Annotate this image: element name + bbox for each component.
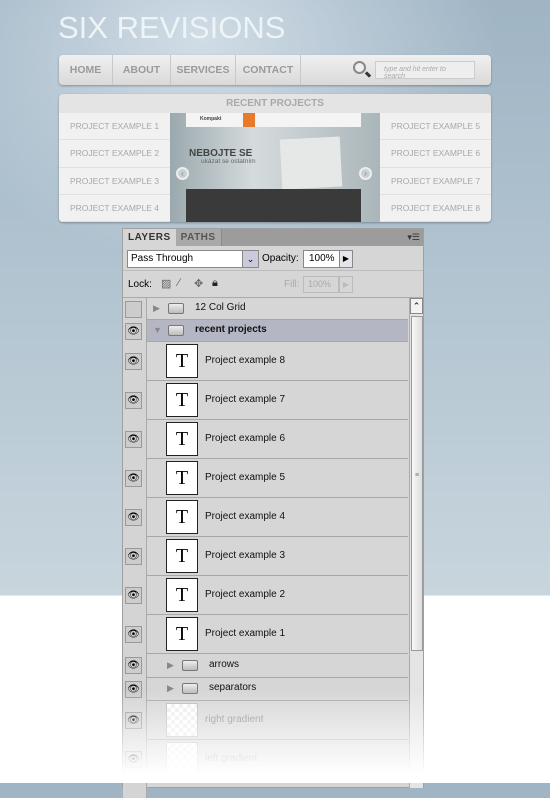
project-link[interactable]: PROJECT EXAMPLE 1 [59, 113, 170, 141]
layer-name: recent projects [195, 324, 267, 335]
layer-row[interactable]: ▶ 12 Col Grid [125, 298, 408, 320]
layer-name: arrows [209, 658, 240, 670]
scroll-up-icon[interactable]: ⌃ [410, 298, 423, 314]
eye-icon[interactable]: 👁︎ [125, 626, 142, 643]
layer-name: Project example 8 [205, 354, 286, 366]
screenshot-paper [279, 136, 343, 190]
folder-icon [168, 325, 184, 336]
blend-row: Pass Through ⌄ Opacity: 100% ▶ [123, 246, 423, 271]
screenshot-brand: Kompakt [200, 116, 222, 122]
opacity-label: Opacity: [262, 253, 299, 264]
nav-services[interactable]: SERVICES [171, 55, 236, 85]
collapse-triangle-icon[interactable]: ▼ [153, 325, 162, 335]
lock-label: Lock: [128, 279, 152, 290]
lock-all-icon[interactable]: 🔒︎ [212, 277, 218, 290]
blend-mode-value: Pass Through [131, 253, 194, 264]
layer-name: 12 Col Grid [195, 302, 246, 313]
eye-icon[interactable]: 👁︎ [125, 548, 142, 565]
layer-name: Project example 7 [205, 393, 286, 405]
screenshot-footer [186, 189, 361, 222]
text-layer-icon: T [166, 539, 198, 573]
layer-name: Project example 2 [205, 588, 286, 600]
scroll-thumb[interactable]: ≡ [411, 316, 423, 651]
tab-paths[interactable]: PATHS [175, 229, 222, 246]
fill-label: Fill: [284, 279, 300, 290]
eye-icon[interactable]: 👁︎ [125, 353, 142, 370]
eye-icon[interactable]: 👁︎ [125, 392, 142, 409]
fill-slider-button[interactable]: ▶ [339, 276, 353, 293]
panel-tabs: LAYERS PATHS ▾☰ [123, 229, 423, 246]
layer-name: Project example 3 [205, 549, 286, 561]
project-link[interactable]: PROJECT EXAMPLE 4 [59, 194, 170, 222]
site-logo: SIX REVISIONS [58, 10, 286, 45]
opacity-slider-button[interactable]: ▶ [339, 250, 353, 268]
layer-row[interactable]: 👁︎ T Project example 2 [125, 576, 408, 615]
project-link[interactable]: PROJECT EXAMPLE 7 [380, 167, 491, 195]
expand-triangle-icon[interactable]: ▶ [167, 660, 174, 671]
screenshot-header: Kompakt [186, 113, 361, 127]
nav-contact[interactable]: CONTACT [236, 55, 301, 85]
visibility-toggle[interactable] [125, 300, 142, 318]
opacity-input[interactable]: 100% [303, 250, 341, 268]
layer-name: Project example 5 [205, 471, 286, 483]
chevron-down-icon[interactable]: ⌄ [242, 251, 258, 267]
panel-menu-icon[interactable]: ▾☰ [407, 232, 420, 243]
projects-right: PROJECT EXAMPLE 5 PROJECT EXAMPLE 6 PROJ… [380, 113, 491, 222]
layer-name: Project example 4 [205, 510, 286, 522]
recent-projects: RECENT PROJECTS PROJECT EXAMPLE 1 PROJEC… [59, 94, 491, 222]
text-layer-icon: T [166, 383, 198, 417]
folder-icon [182, 659, 198, 671]
project-link[interactable]: PROJECT EXAMPLE 3 [59, 167, 170, 195]
text-layer-icon: T [166, 578, 198, 612]
layer-row[interactable]: 👁︎ T Project example 7 [125, 381, 408, 420]
recent-projects-title: RECENT PROJECTS [226, 98, 324, 109]
search-input[interactable]: type and hit enter to search [375, 61, 475, 80]
eye-icon[interactable]: 👁︎ [125, 657, 142, 675]
lock-brush-icon[interactable]: ∕ [178, 277, 180, 289]
text-layer-icon: T [166, 617, 198, 651]
nav-home[interactable]: HOME [59, 55, 113, 85]
eye-icon[interactable]: 👁︎ [125, 431, 142, 448]
bottom-fade [100, 690, 450, 783]
layer-row[interactable]: 👁︎ T Project example 4 [125, 498, 408, 537]
layer-row[interactable]: 👁︎ T Project example 6 [125, 420, 408, 459]
screenshot-subline: ukázat se ostatním [201, 158, 256, 165]
project-screenshot: Kompakt NEBOJTE SE ukázat se ostatním ‹ … [170, 113, 380, 222]
text-layer-icon: T [166, 500, 198, 534]
nav-about[interactable]: ABOUT [113, 55, 171, 85]
layer-row[interactable]: 👁︎ ▶ arrows [125, 654, 408, 678]
tab-layers[interactable]: LAYERS [123, 229, 176, 246]
fill-input[interactable]: 100% [303, 276, 339, 293]
site-nav: HOME ABOUT SERVICES CONTACT type and hit… [59, 55, 491, 85]
layer-row[interactable]: 👁︎ T Project example 3 [125, 537, 408, 576]
layer-row[interactable]: 👁︎ ▼ recent projects [125, 320, 408, 342]
lock-move-icon[interactable]: ✥ [194, 277, 203, 290]
next-arrow-icon[interactable]: › [359, 167, 372, 180]
layer-row[interactable]: 👁︎ T Project example 5 [125, 459, 408, 498]
project-link[interactable]: PROJECT EXAMPLE 2 [59, 140, 170, 168]
text-layer-icon: T [166, 344, 198, 378]
layer-name: Project example 6 [205, 432, 286, 444]
eye-icon[interactable]: 👁︎ [125, 509, 142, 526]
project-link[interactable]: PROJECT EXAMPLE 5 [380, 113, 491, 141]
eye-icon[interactable]: 👁︎ [125, 322, 142, 340]
project-link[interactable]: PROJECT EXAMPLE 8 [380, 194, 491, 222]
prev-arrow-icon[interactable]: ‹ [176, 167, 189, 180]
search-icon[interactable] [353, 61, 366, 74]
project-link[interactable]: PROJECT EXAMPLE 6 [380, 140, 491, 168]
layer-row[interactable]: 👁︎ T Project example 1 [125, 615, 408, 654]
eye-icon[interactable]: 👁︎ [125, 587, 142, 604]
lock-row: Lock: ▨ ∕ ✥ 🔒︎ Fill: 100% ▶ [123, 271, 423, 298]
lock-transparency-icon[interactable]: ▨ [161, 277, 171, 290]
folder-icon [168, 303, 184, 314]
blend-mode-select[interactable]: Pass Through ⌄ [127, 250, 259, 268]
projects-left: PROJECT EXAMPLE 1 PROJECT EXAMPLE 2 PROJ… [59, 113, 170, 222]
layer-name: Project example 1 [205, 627, 286, 639]
text-layer-icon: T [166, 461, 198, 495]
layer-row[interactable]: 👁︎ T Project example 8 [125, 342, 408, 381]
expand-triangle-icon[interactable]: ▶ [153, 303, 160, 314]
eye-icon[interactable]: 👁︎ [125, 470, 142, 487]
text-layer-icon: T [166, 422, 198, 456]
